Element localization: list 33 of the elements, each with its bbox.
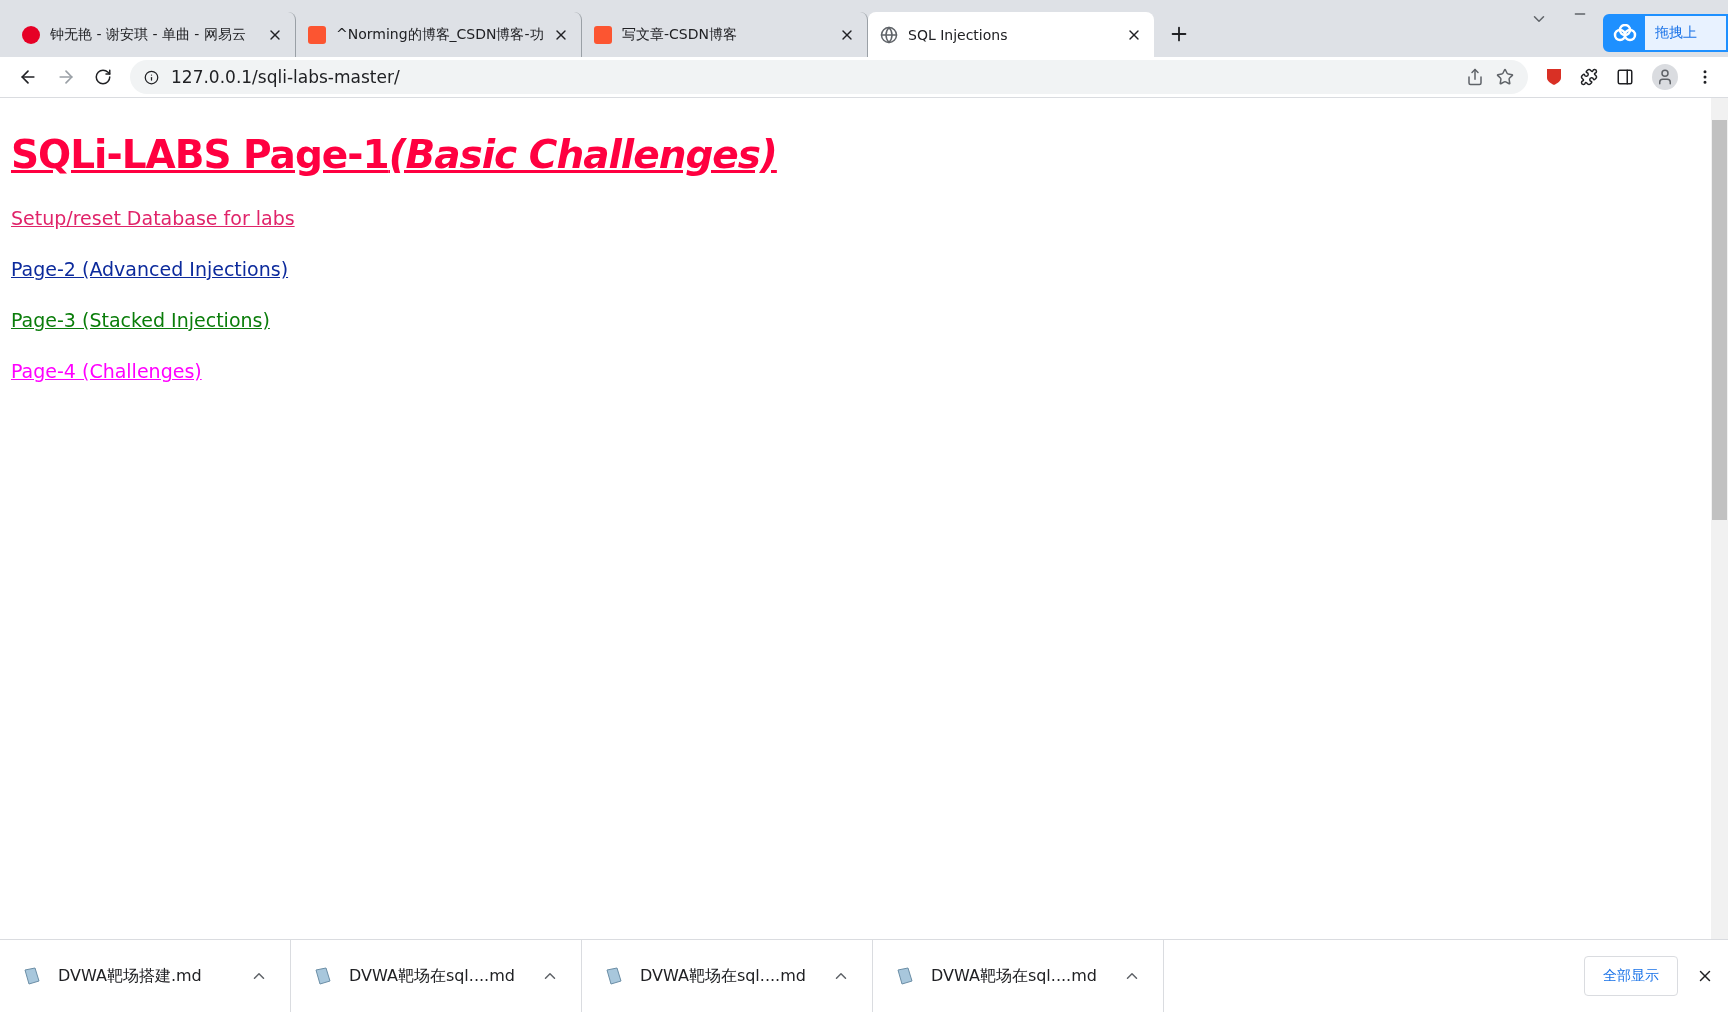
address-bar[interactable]: 127.0.0.1/sqli-labs-master/: [130, 60, 1528, 94]
info-icon[interactable]: [144, 69, 159, 85]
upload-button[interactable]: 拖拽上: [1603, 14, 1728, 52]
globe-icon: [880, 25, 898, 44]
c-logo-icon: [594, 25, 612, 44]
file-icon: [22, 966, 42, 986]
side-panel-icon[interactable]: [1616, 68, 1634, 86]
cloud-icon: [1605, 16, 1645, 50]
file-icon: [895, 966, 915, 986]
download-item[interactable]: DVWA靶场在sql....md: [582, 940, 873, 1012]
scrollbar[interactable]: [1711, 98, 1728, 939]
music-logo-icon: [22, 25, 40, 44]
page-link[interactable]: Page-2 (Advanced Injections): [11, 258, 289, 280]
browser-tab[interactable]: 钟无艳 - 谢安琪 - 单曲 - 网易云: [10, 12, 296, 57]
page-link[interactable]: Page-3 (Stacked Injections): [11, 309, 270, 331]
reload-icon[interactable]: [94, 68, 112, 86]
file-icon: [313, 966, 333, 986]
star-icon[interactable]: [1496, 68, 1514, 86]
puzzle-icon[interactable]: [1580, 68, 1598, 86]
download-item[interactable]: DVWA靶场在sql....md: [291, 940, 582, 1012]
download-item[interactable]: DVWA靶场搭建.md: [0, 940, 291, 1012]
show-all-button[interactable]: 全部显示: [1584, 956, 1678, 996]
c-logo-icon: [308, 25, 326, 44]
share-icon[interactable]: [1466, 68, 1484, 86]
browser-tab[interactable]: ^Norming的博客_CSDN博客-功: [296, 12, 582, 57]
browser-tab[interactable]: SQL Injections: [868, 12, 1154, 57]
download-item[interactable]: DVWA靶场在sql....md: [873, 940, 1164, 1012]
profile-icon[interactable]: [1652, 64, 1678, 90]
page-link[interactable]: Setup/reset Database for labs: [11, 207, 295, 229]
shield-icon[interactable]: [1546, 68, 1562, 86]
browser-tab[interactable]: 写文章-CSDN博客: [582, 12, 868, 57]
file-icon: [604, 966, 624, 986]
page-heading[interactable]: SQLi-LABS Page-1(Basic Challenges): [11, 132, 777, 177]
